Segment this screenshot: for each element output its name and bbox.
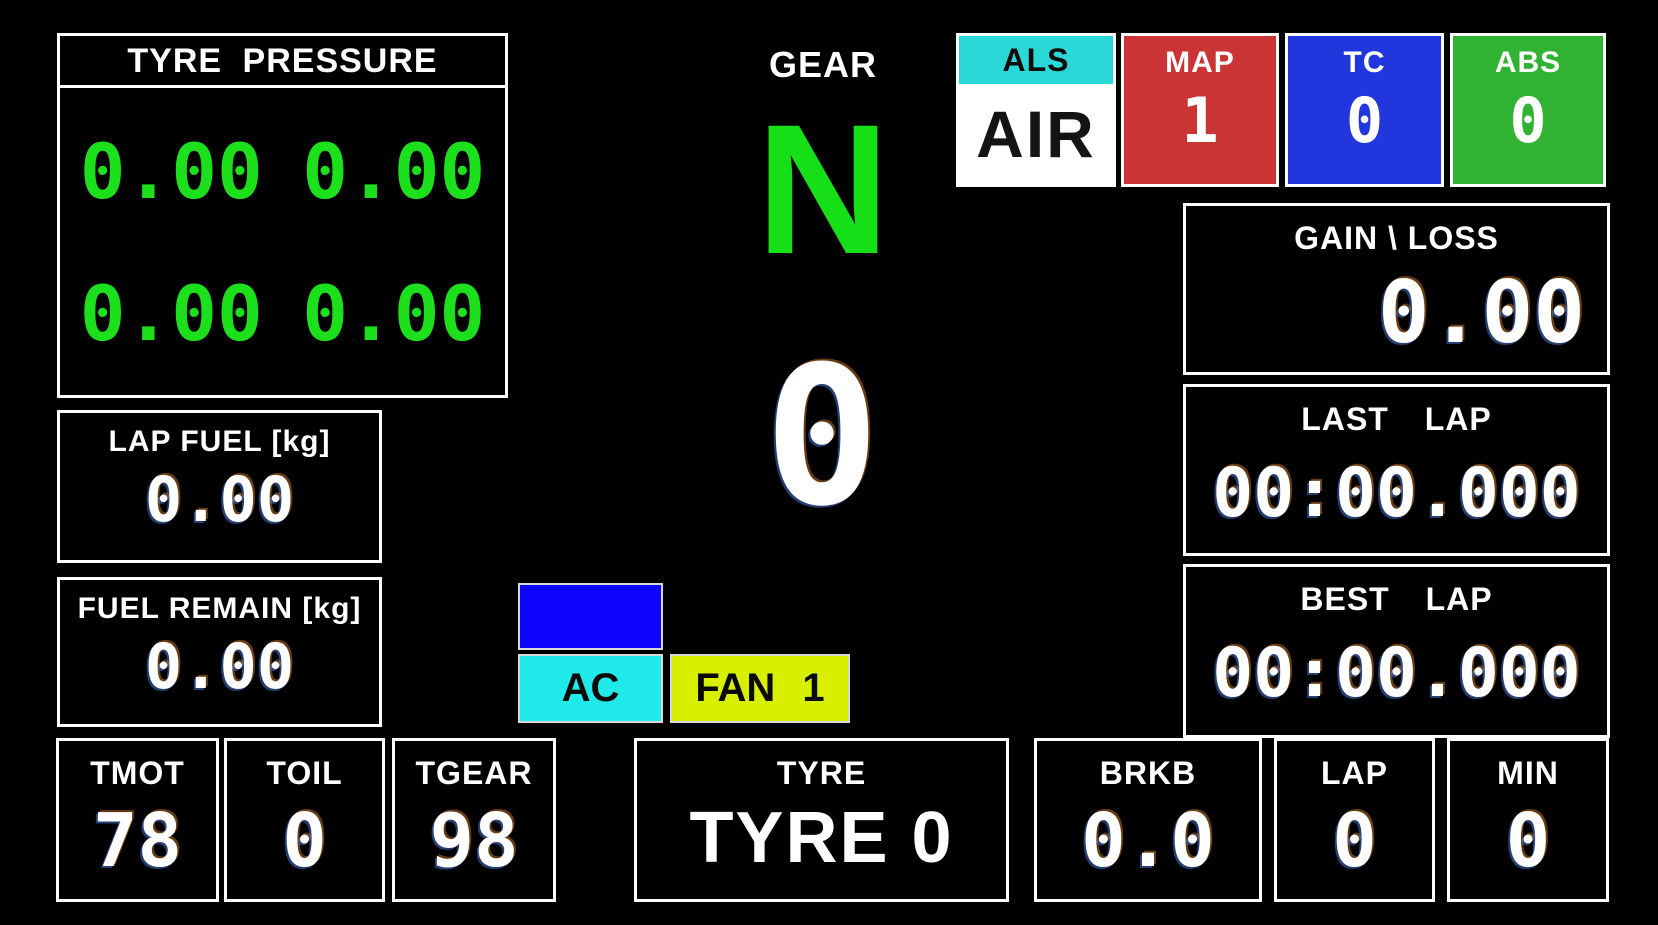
- map-tile[interactable]: MAP 1: [1121, 33, 1279, 187]
- gain-loss-value: 0.00: [1378, 270, 1585, 356]
- tyre-compound-box: TYRE TYRE 0: [634, 738, 1009, 902]
- toil-label: TOIL: [227, 755, 382, 792]
- tyre-compound-value: TYRE 0: [637, 802, 1006, 874]
- tgear-box: TGEAR 98: [392, 738, 556, 902]
- tgear-value: 98: [395, 804, 553, 878]
- gear-title: GEAR: [723, 44, 923, 86]
- ac-toggle[interactable]: AC: [518, 654, 663, 723]
- tyre-pressure-rear-row: 0.00 0.00: [60, 276, 505, 352]
- tyre-pressure-front-left: 0.00: [80, 134, 263, 210]
- als-value: AIR: [959, 84, 1113, 184]
- tgear-label: TGEAR: [395, 755, 553, 792]
- blue-status-indicator[interactable]: [518, 583, 663, 650]
- lap-count-box: LAP 0: [1274, 738, 1435, 902]
- best-lap-value: 00:00.000: [1186, 640, 1607, 708]
- gain-loss-box: GAIN \ LOSS 0.00: [1183, 203, 1610, 375]
- last-lap-label: LAST LAP: [1186, 401, 1607, 438]
- tyre-pressure-panel: TYRE PRESSURE 0.00 0.00 0.00 0.00: [57, 33, 508, 398]
- last-lap-value: 00:00.000: [1186, 460, 1607, 528]
- abs-label: ABS: [1453, 46, 1603, 80]
- fan-toggle[interactable]: FAN 1: [670, 654, 850, 723]
- abs-tile[interactable]: ABS 0: [1450, 33, 1606, 187]
- map-label: MAP: [1124, 46, 1276, 80]
- tmot-box: TMOT 78: [56, 738, 219, 902]
- als-label: ALS: [959, 36, 1113, 84]
- brkb-value: 0.0: [1037, 804, 1259, 878]
- toil-value: 0: [227, 804, 382, 878]
- gain-loss-label: GAIN \ LOSS: [1186, 220, 1607, 257]
- tyre-pressure-title: TYRE PRESSURE: [60, 36, 505, 88]
- tyre-pressure-rear-left: 0.00: [80, 276, 263, 352]
- tyre-pressure-front-right: 0.00: [302, 134, 485, 210]
- abs-value: 0: [1453, 90, 1603, 152]
- tc-value: 0: [1288, 90, 1441, 152]
- tyre-pressure-front-row: 0.00 0.00: [60, 134, 505, 210]
- min-value: 0: [1450, 804, 1606, 878]
- min-label: MIN: [1450, 755, 1606, 792]
- brkb-label: BRKB: [1037, 755, 1259, 792]
- best-lap-label: BEST LAP: [1186, 581, 1607, 618]
- tc-label: TC: [1288, 46, 1441, 80]
- last-lap-box: LAST LAP 00:00.000: [1183, 384, 1610, 556]
- min-box: MIN 0: [1447, 738, 1609, 902]
- fuel-remain-value: 0.00: [60, 636, 379, 698]
- tmot-value: 78: [59, 804, 216, 878]
- tyre-compound-label: TYRE: [637, 755, 1006, 792]
- best-lap-box: BEST LAP 00:00.000: [1183, 564, 1610, 738]
- toil-box: TOIL 0: [224, 738, 385, 902]
- lap-fuel-value: 0.00: [60, 469, 379, 531]
- lap-count-value: 0: [1277, 804, 1432, 878]
- brkb-box: BRKB 0.0: [1034, 738, 1262, 902]
- lap-fuel-box: LAP FUEL [kg] 0.00: [57, 410, 382, 563]
- gear-indicator: N: [718, 98, 928, 283]
- fuel-remain-box: FUEL REMAIN [kg] 0.00: [57, 577, 382, 727]
- speed-value: 0: [722, 342, 922, 534]
- map-value: 1: [1124, 90, 1276, 152]
- tyre-pressure-rear-right: 0.00: [302, 276, 485, 352]
- lap-fuel-label: LAP FUEL [kg]: [60, 425, 379, 459]
- fuel-remain-label: FUEL REMAIN [kg]: [60, 592, 379, 626]
- als-tile[interactable]: ALS AIR: [956, 33, 1116, 187]
- racing-dashboard: TYRE PRESSURE 0.00 0.00 0.00 0.00 GEAR N…: [0, 0, 1658, 925]
- lap-count-label: LAP: [1277, 755, 1432, 792]
- tmot-label: TMOT: [59, 755, 216, 792]
- tc-tile[interactable]: TC 0: [1285, 33, 1444, 187]
